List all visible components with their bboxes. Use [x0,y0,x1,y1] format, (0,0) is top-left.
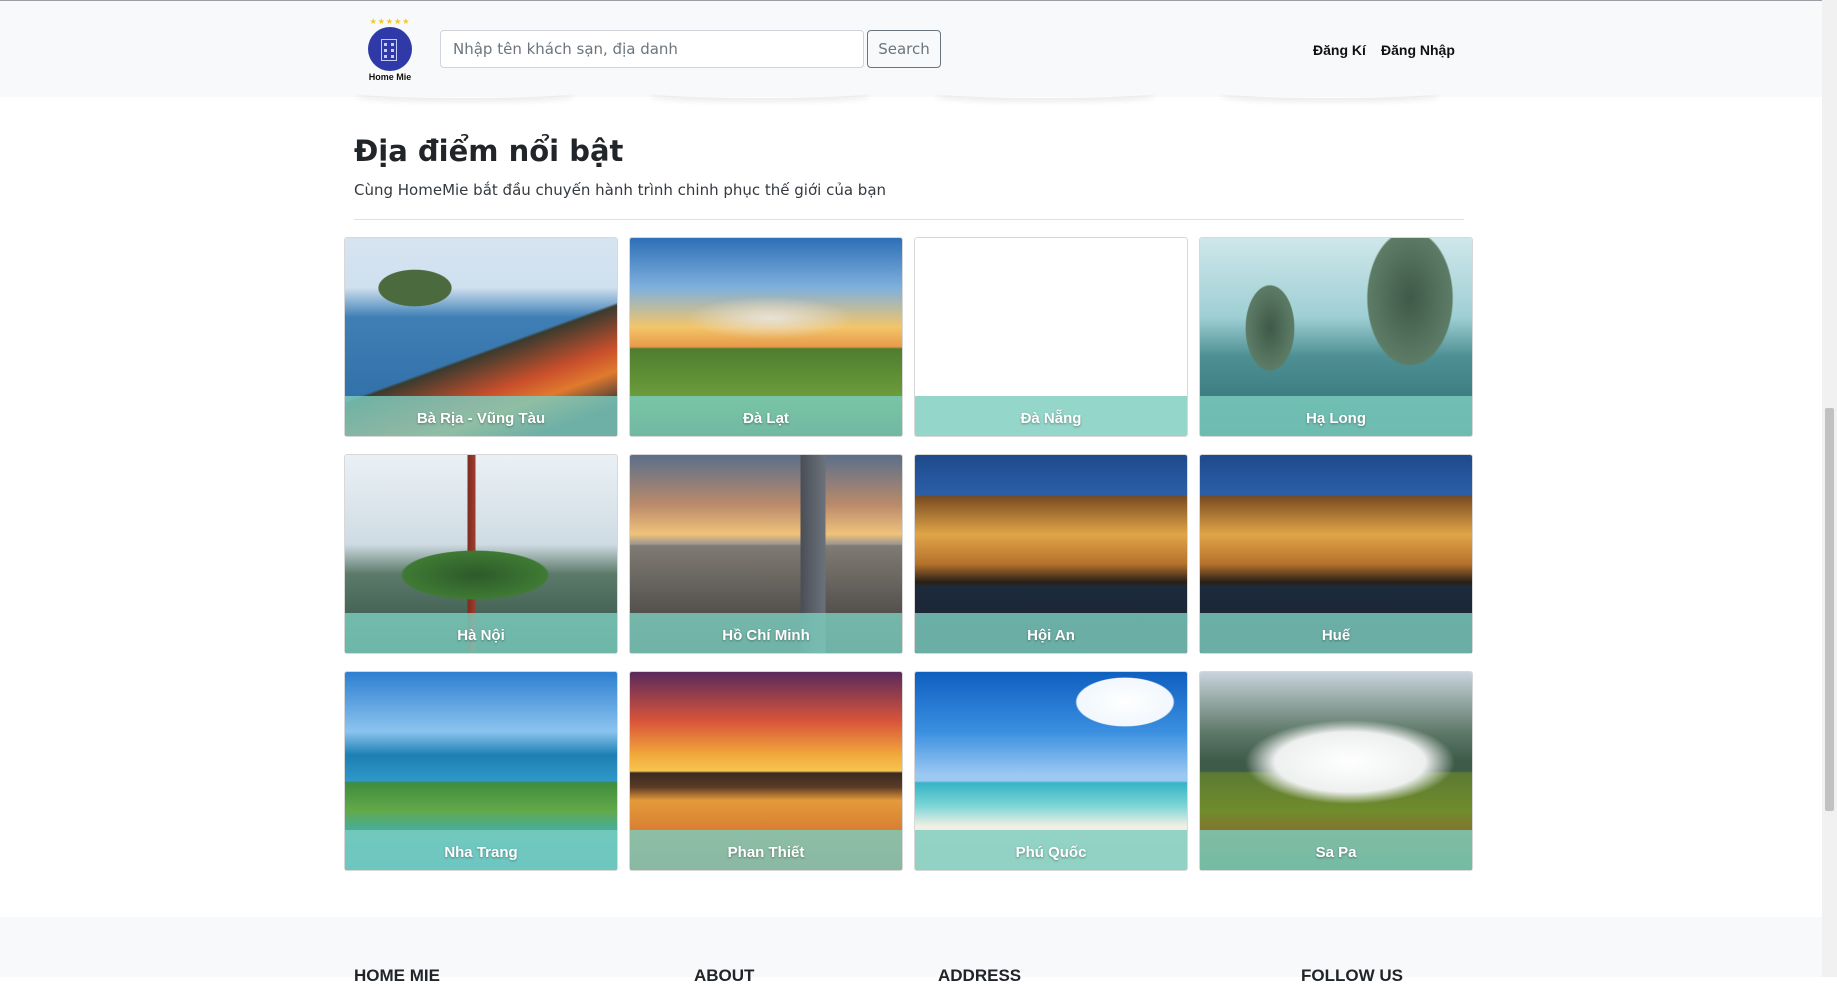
destination-label: Hội An [1027,627,1075,644]
logo-stars: ★★★★★ [369,17,411,26]
footer-heading-home-mie: HOME MIE [354,966,440,985]
destination-card[interactable]: Phú Quốc [914,671,1188,871]
site-footer [0,917,1822,977]
destination-card[interactable]: Hồ Chí Minh [629,454,903,654]
footer-heading-address: ADDRESS [938,966,1022,985]
register-link[interactable]: Đăng Kí [1313,42,1366,58]
destination-card[interactable]: Nha Trang [344,671,618,871]
destination-card[interactable]: Hà Nội [344,454,618,654]
footer-heading-follow-us: FOLLOW US [1301,966,1403,985]
card-shadow-hint [355,88,575,98]
destination-label: Phan Thiết [727,844,805,861]
search-button[interactable]: Search [867,30,941,68]
card-shadow-hint [650,88,870,98]
home-mie-logo[interactable]: ★★★★★ Home Mie [365,17,415,83]
footer-heading-about: ABOUT [694,966,755,985]
search-input[interactable] [440,30,864,68]
destination-label: Phú Quốc [1015,844,1087,861]
destination-card[interactable]: Sa Pa [1199,671,1473,871]
destination-card[interactable]: Phan Thiết [629,671,903,871]
card-shadow-hint [1220,88,1440,98]
card-shadow-hint [935,88,1155,98]
destination-card[interactable]: Hội An [914,454,1188,654]
section-subtitle: Cùng HomeMie bắt đầu chuyến hành trình c… [354,181,887,199]
destination-label: Đà Nẵng [1020,410,1082,427]
destination-label: Bà Rịa - Vũng Tàu [416,410,546,427]
destination-label: Đà Lạt [743,410,789,427]
destination-label: Hồ Chí Minh [722,627,810,644]
destination-card[interactable]: Bà Rịa - Vũng Tàu [344,237,618,437]
login-link[interactable]: Đăng Nhập [1381,42,1455,58]
destination-label: Nha Trang [444,844,518,861]
building-icon [381,39,397,61]
destination-label: Hạ Long [1306,410,1366,427]
destination-label: Huế [1321,627,1351,644]
destination-label: Hà Nội [457,627,505,644]
scrollbar-thumb[interactable] [1825,408,1834,811]
destination-card[interactable]: Đà Nẵng [914,237,1188,437]
section-divider [354,219,1464,220]
section-title: Địa điểm nổi bật [354,134,624,168]
destination-card[interactable]: Huế [1199,454,1473,654]
destination-card[interactable]: Đà Lạt [629,237,903,437]
destination-card[interactable]: Hạ Long [1199,237,1473,437]
logo-name: Home Mie [368,72,412,82]
site-header: ★★★★★ Home Mie Search Đăng Kí Đăng Nhập [0,1,1822,97]
destination-label: Sa Pa [1315,844,1357,861]
